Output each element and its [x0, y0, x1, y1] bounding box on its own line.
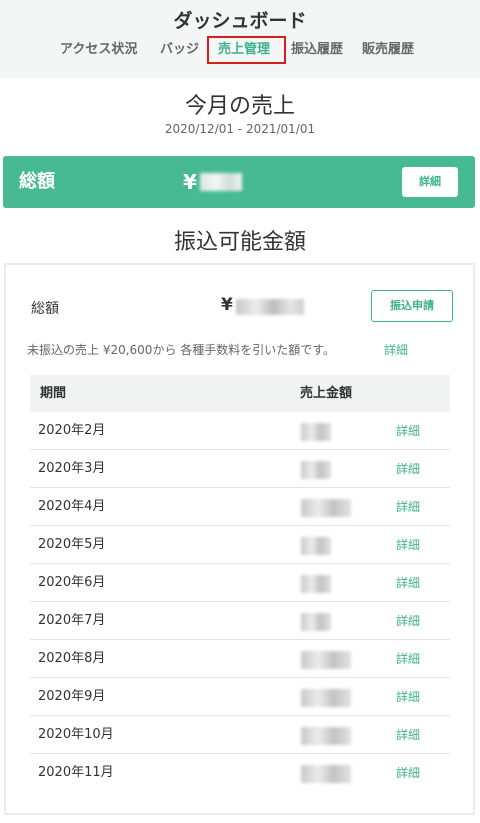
monthly-sales-title: 今月の売上 — [184, 94, 295, 119]
table-row: 2020年6月 詳細 — [30, 564, 450, 602]
monthly-total-label: 総額 — [19, 171, 55, 192]
row-amount-redacted — [301, 461, 331, 479]
monthly-total-bar: 総額 ¥ 詳細 — [3, 156, 475, 208]
row-amount-redacted — [301, 537, 331, 555]
row-amount-redacted — [301, 613, 331, 631]
payable-note: 未振込の売上 ¥20,600から 各種手数料を引いた額です。 — [27, 343, 336, 357]
row-amount-redacted — [301, 765, 351, 783]
row-amount-redacted — [301, 423, 331, 441]
table-row: 2020年7月 詳細 — [30, 602, 450, 640]
row-period: 2020年7月 — [38, 613, 106, 628]
payable-total-amount-redacted — [236, 299, 304, 315]
row-amount-redacted — [301, 651, 351, 669]
table-row: 2020年2月 詳細 — [30, 412, 450, 450]
row-amount-redacted — [301, 689, 351, 707]
row-period: 2020年10月 — [38, 727, 114, 742]
table-row: 2020年10月 詳細 — [30, 716, 450, 754]
payable-total-currency: ¥ — [221, 295, 233, 315]
transfer-request-button[interactable]: 振込申請 — [371, 290, 453, 322]
tab-badges[interactable]: バッジ — [160, 38, 199, 62]
row-detail-link[interactable]: 詳細 — [396, 488, 420, 526]
row-period: 2020年9月 — [38, 689, 106, 704]
row-detail-link[interactable]: 詳細 — [396, 564, 420, 602]
row-detail-link[interactable]: 詳細 — [396, 602, 420, 640]
row-period: 2020年8月 — [38, 651, 106, 666]
payable-total-label: 総額 — [31, 301, 59, 317]
row-detail-link[interactable]: 詳細 — [396, 640, 420, 678]
column-header-period: 期間 — [40, 386, 67, 401]
row-detail-link[interactable]: 詳細 — [396, 526, 420, 564]
table-row: 2020年8月 詳細 — [30, 640, 450, 678]
row-period: 2020年3月 — [38, 461, 106, 476]
page-title: ダッシュボード — [173, 10, 307, 32]
selected-tab-highlight — [207, 36, 286, 64]
monthly-total-amount-redacted — [200, 173, 242, 191]
payable-amount-title: 振込可能金額 — [173, 230, 306, 255]
row-period: 2020年4月 — [38, 499, 106, 514]
row-amount-redacted — [301, 499, 351, 517]
row-period: 2020年5月 — [38, 537, 106, 552]
table-row: 2020年11月 詳細 — [30, 754, 450, 792]
row-amount-redacted — [301, 575, 331, 593]
tab-transfer-history[interactable]: 振込履歴 — [291, 38, 343, 62]
row-detail-link[interactable]: 詳細 — [396, 412, 420, 450]
monthly-date-range: 2020/12/01 - 2021/01/01 — [164, 122, 316, 136]
tab-access-status[interactable]: アクセス状況 — [60, 38, 137, 62]
tab-sales-history[interactable]: 販売履歴 — [362, 38, 414, 62]
row-detail-link[interactable]: 詳細 — [396, 754, 420, 792]
sales-table-header: 期間 売上金額 — [30, 375, 450, 412]
row-amount-redacted — [301, 727, 351, 745]
table-row: 2020年5月 詳細 — [30, 526, 450, 564]
row-period: 2020年11月 — [38, 765, 114, 780]
table-row: 2020年9月 詳細 — [30, 678, 450, 716]
column-header-amount: 売上金額 — [300, 386, 353, 401]
row-detail-link[interactable]: 詳細 — [396, 716, 420, 754]
payable-note-detail-link[interactable]: 詳細 — [384, 341, 408, 358]
row-period: 2020年2月 — [38, 423, 106, 438]
monthly-total-currency: ¥ — [183, 170, 197, 194]
monthly-detail-button[interactable]: 詳細 — [402, 167, 458, 197]
row-detail-link[interactable]: 詳細 — [396, 450, 420, 488]
payable-card: 総額 ¥ 振込申請 未振込の売上 ¥20,600から 各種手数料を引いた額です。… — [4, 263, 475, 815]
table-row: 2020年3月 詳細 — [30, 450, 450, 488]
table-row: 2020年4月 詳細 — [30, 488, 450, 526]
row-period: 2020年6月 — [38, 575, 106, 590]
row-detail-link[interactable]: 詳細 — [396, 678, 420, 716]
